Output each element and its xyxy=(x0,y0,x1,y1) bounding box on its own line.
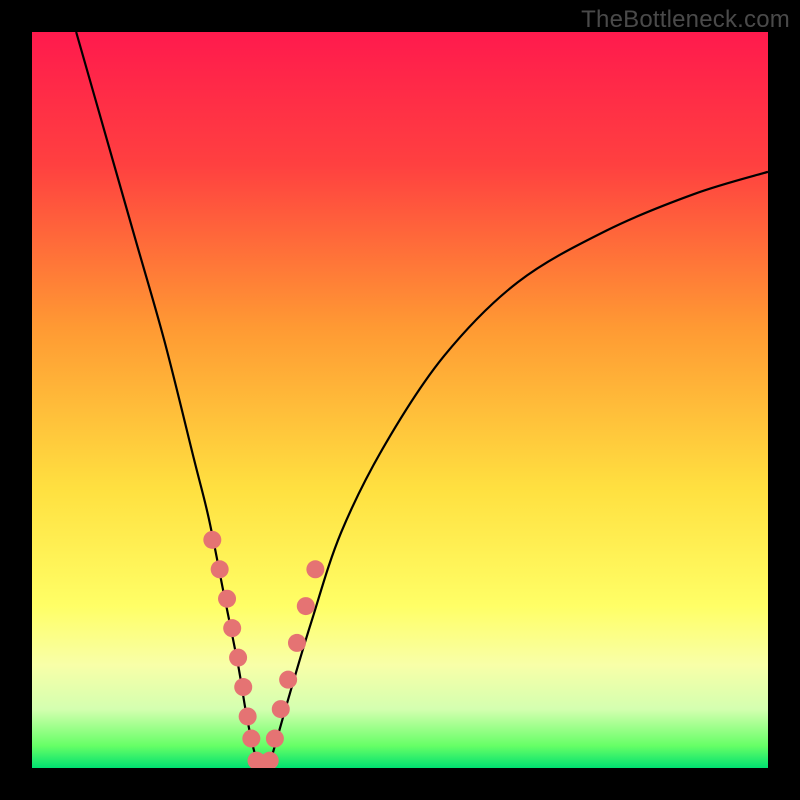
curve-marker xyxy=(266,730,284,748)
curve-marker xyxy=(234,678,252,696)
curve-marker xyxy=(242,730,260,748)
marker-group xyxy=(203,531,324,768)
curve-marker xyxy=(203,531,221,549)
curve-marker xyxy=(297,597,315,615)
curve-marker xyxy=(306,560,324,578)
bottleneck-curve xyxy=(76,32,768,768)
curve-marker xyxy=(223,619,241,637)
curve-marker xyxy=(272,700,290,718)
curve-marker xyxy=(229,649,247,667)
plot-area xyxy=(32,32,768,768)
chart-svg xyxy=(32,32,768,768)
curve-marker xyxy=(218,590,236,608)
curve-marker xyxy=(211,560,229,578)
curve-marker xyxy=(239,707,257,725)
watermark-text: TheBottleneck.com xyxy=(581,6,790,34)
outer-frame: TheBottleneck.com xyxy=(0,0,800,800)
curve-marker xyxy=(288,634,306,652)
curve-marker xyxy=(261,752,279,768)
curve-marker xyxy=(279,671,297,689)
